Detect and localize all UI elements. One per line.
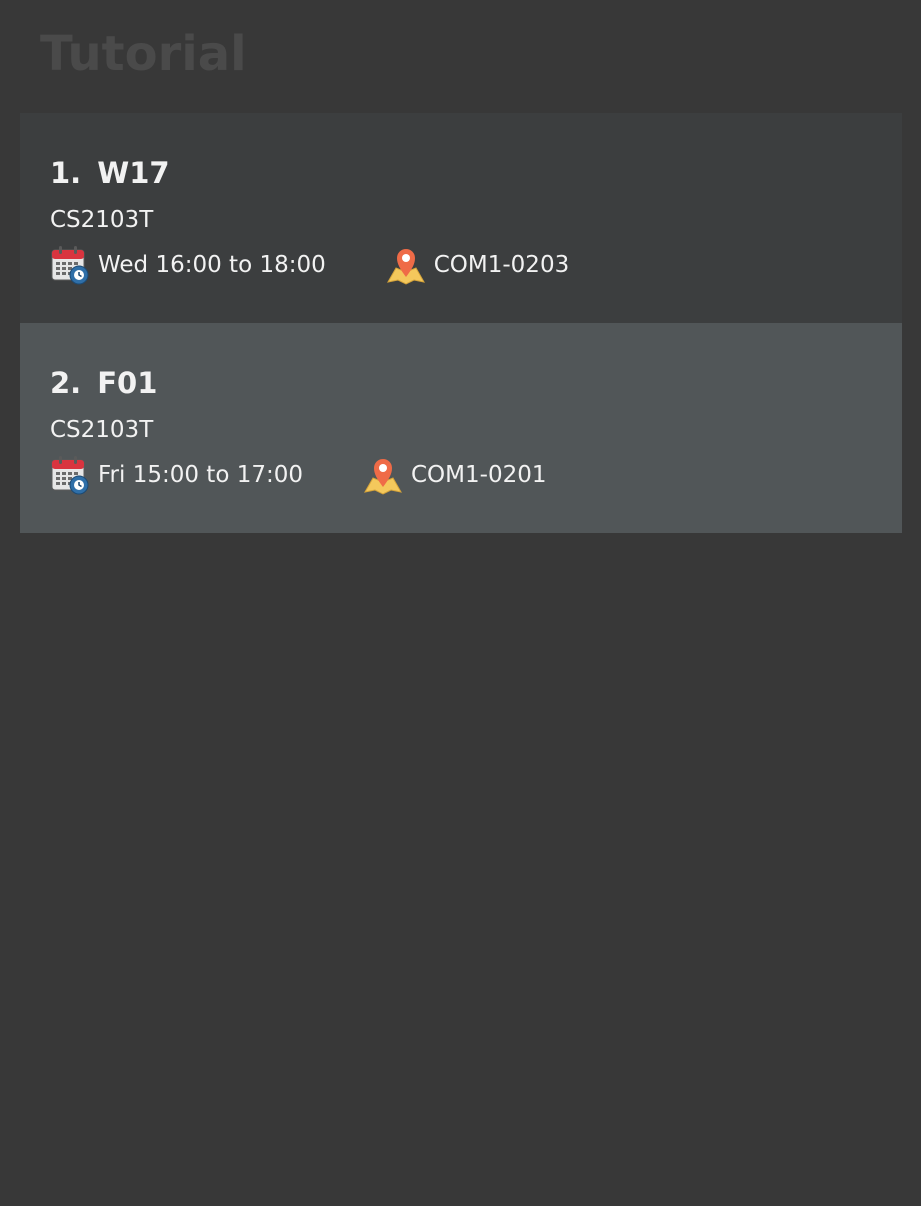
tutorial-meta: Fri 15:00 to 17:00 COM1-0201 [50,453,546,497]
tutorial-index: 1. [50,156,82,190]
tutorial-heading: 2. F01 [50,363,157,403]
tutorial-name: F01 [97,366,158,400]
tutorial-module: CS2103T [50,417,154,443]
tutorial-index: 2. [50,366,82,400]
tutorial-time-text: Fri 15:00 to 17:00 [98,462,303,488]
tutorial-list: 1. W17 CS2103T Wed 16:00 to 18:00 COM1-0… [20,113,902,533]
tutorial-meta: Wed 16:00 to 18:00 COM1-0203 [50,243,569,287]
tutorial-venue-text: COM1-0203 [433,252,570,278]
tutorial-name: W17 [97,156,170,190]
tutorial-time-text: Wed 16:00 to 18:00 [98,252,326,278]
tutorial-module: CS2103T [50,207,154,233]
calendar-clock-icon [50,454,90,496]
tutorial-venue: COM1-0203 [386,244,569,286]
map-pin-icon [386,244,426,286]
tutorial-time: Wed 16:00 to 18:00 [50,244,326,286]
tutorial-venue-text: COM1-0201 [411,462,547,488]
tutorial-time: Fri 15:00 to 17:00 [50,454,303,496]
tutorial-card[interactable]: 1. W17 CS2103T Wed 16:00 to 18:00 COM1-0… [20,113,902,323]
map-pin-icon [363,454,403,496]
tutorial-heading: 1. W17 [50,153,170,193]
page-title: Tutorial [40,26,247,82]
tutorial-card[interactable]: 2. F01 CS2103T Fri 15:00 to 17:00 COM1-0… [20,323,902,533]
tutorial-venue: COM1-0201 [363,454,546,496]
calendar-clock-icon [50,244,90,286]
